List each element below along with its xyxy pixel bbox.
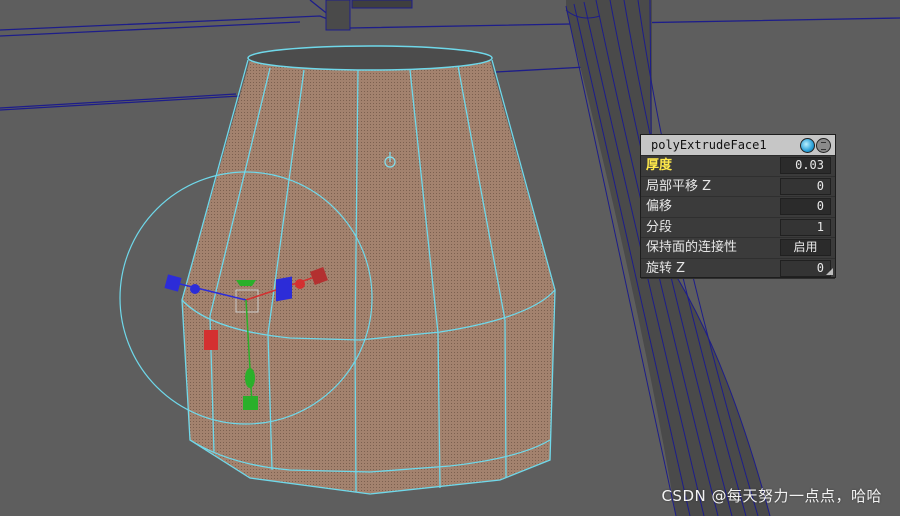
y-scale-handle xyxy=(243,396,258,410)
attribute-label: 厚度 xyxy=(646,158,673,173)
attribute-row-keep-faces-together[interactable]: 保持面的连接性 启用 xyxy=(641,238,835,259)
mesh-top-opening xyxy=(247,45,493,71)
resize-grip-icon[interactable] xyxy=(826,268,833,275)
attribute-value-field[interactable]: 0 xyxy=(780,198,831,215)
attribute-value-field[interactable]: 0 xyxy=(780,177,831,195)
attribute-row-divisions[interactable]: 分段 1 xyxy=(641,218,835,238)
z-side-handle xyxy=(276,276,292,302)
attribute-label: 分段 xyxy=(646,219,673,235)
attribute-row-local-translate-z[interactable]: 局部平移 Z 0 xyxy=(641,177,835,197)
x-axis-handle xyxy=(295,279,305,289)
attribute-label: 旋转 Z xyxy=(646,260,686,276)
attribute-row-rotate-z[interactable]: 旋转 Z 0 xyxy=(641,259,835,279)
attribute-editor-title-bar: polyExtrudeFace1 xyxy=(641,135,835,156)
attribute-value-toggle[interactable]: 启用 xyxy=(780,239,831,256)
menu-icon[interactable] xyxy=(816,138,831,153)
toggle-icon[interactable] xyxy=(800,138,815,153)
x-side-handle xyxy=(204,330,218,350)
node-name-label: polyExtrudeFace1 xyxy=(651,138,767,152)
attribute-label: 保持面的连接性 xyxy=(646,240,738,255)
attribute-value-field[interactable]: 0.03 xyxy=(780,157,831,174)
in-view-attribute-editor[interactable]: polyExtrudeFace1 厚度 0.03 局部平移 Z 0 偏移 0 分… xyxy=(640,134,836,279)
3d-viewport[interactable]: polyExtrudeFace1 厚度 0.03 局部平移 Z 0 偏移 0 分… xyxy=(0,0,900,516)
attribute-label: 偏移 xyxy=(646,199,673,214)
attribute-row-thickness[interactable]: 厚度 0.03 xyxy=(641,156,835,177)
attribute-label: 局部平移 Z xyxy=(646,178,712,194)
attribute-row-offset[interactable]: 偏移 0 xyxy=(641,197,835,218)
attribute-value-field[interactable]: 0 xyxy=(780,259,831,277)
attribute-value-field[interactable]: 1 xyxy=(780,218,831,236)
watermark-text: CSDN @每天努力一点点，哈哈 xyxy=(661,487,882,505)
z-scale-handle xyxy=(164,274,182,292)
background-panel xyxy=(325,0,413,31)
